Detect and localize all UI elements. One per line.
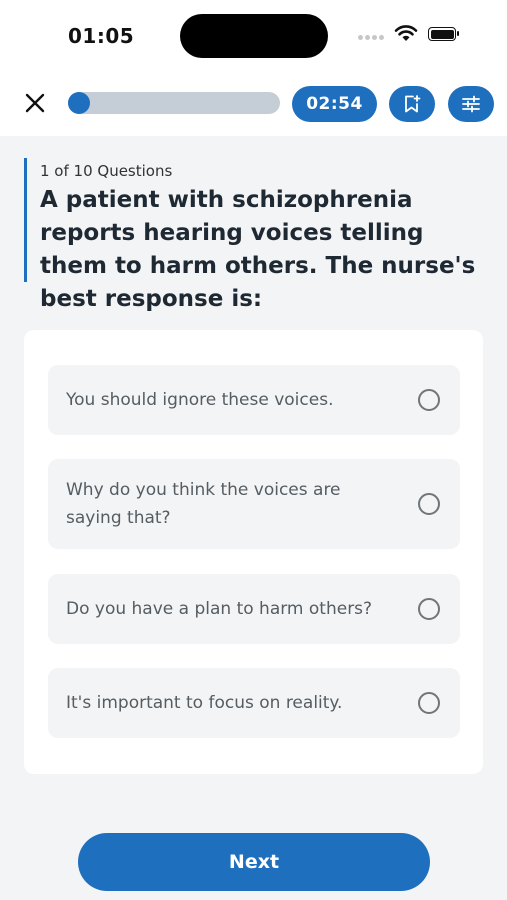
answer-option-label: It's important to focus on reality. [66, 693, 343, 713]
next-button[interactable]: Next [78, 833, 430, 891]
question-accent-bar [24, 158, 27, 282]
battery-icon [428, 27, 459, 41]
wifi-icon [394, 25, 418, 41]
quiz-header: 02:54 [0, 70, 507, 136]
question-counter: 1 of 10 Questions [40, 162, 173, 180]
radio-icon[interactable] [418, 692, 440, 714]
status-time: 01:05 [68, 24, 135, 48]
radio-icon[interactable] [418, 389, 440, 411]
answer-option[interactable]: Do you have a plan to harm others? [48, 574, 460, 644]
radio-icon[interactable] [418, 598, 440, 620]
signal-icon [358, 35, 386, 41]
settings-button[interactable] [448, 86, 494, 122]
radio-icon[interactable] [418, 493, 440, 515]
question-text: A patient with schizophrenia reports hea… [40, 187, 476, 312]
answer-option[interactable]: You should ignore these voices. [48, 365, 460, 435]
close-icon[interactable] [22, 90, 48, 116]
progress-bar [68, 92, 280, 114]
bookmark-button[interactable] [389, 86, 435, 122]
answer-options: You should ignore these voices. Why do y… [24, 330, 483, 774]
answer-option-label: Why do you think the voices are saying t… [66, 480, 341, 528]
answer-option-label: Do you have a plan to harm others? [66, 599, 373, 619]
timer-badge: 02:54 [292, 86, 377, 122]
sliders-icon [462, 95, 480, 113]
dynamic-island [180, 14, 328, 58]
answer-option-label: You should ignore these voices. [66, 390, 334, 410]
status-bar: 01:05 [0, 0, 507, 70]
bookmark-add-icon [405, 95, 421, 113]
question-block: 1 of 10 Questions A patient with schizop… [24, 158, 484, 312]
answer-option[interactable]: It's important to focus on reality. [48, 668, 460, 738]
answer-option[interactable]: Why do you think the voices are saying t… [48, 459, 460, 549]
progress-bar-fill [68, 92, 90, 114]
